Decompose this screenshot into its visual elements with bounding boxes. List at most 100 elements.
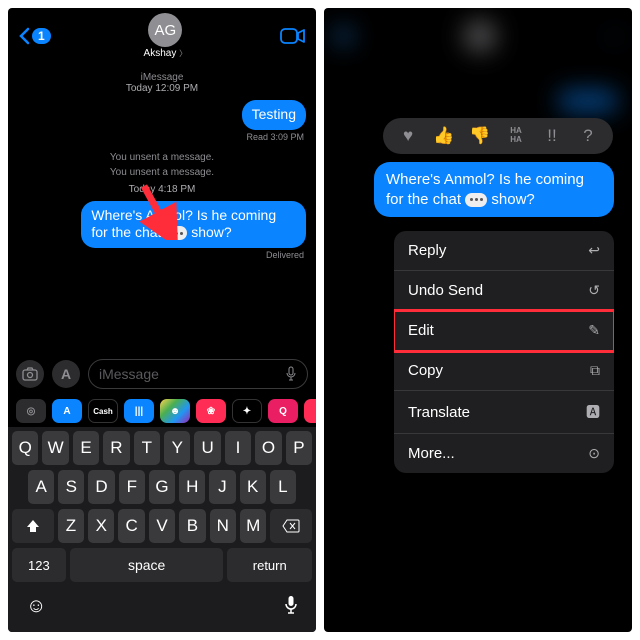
key-v[interactable]: V <box>149 509 175 543</box>
video-icon <box>280 27 306 45</box>
menu-edit[interactable]: Edit ✎ <box>394 311 614 351</box>
return-key[interactable]: return <box>227 548 312 582</box>
key-d[interactable]: D <box>88 470 114 504</box>
key-g[interactable]: G <box>149 470 175 504</box>
thread-meta: iMessage Today 12:09 PM <box>18 72 306 94</box>
menu-reply[interactable]: Reply ↩ <box>394 231 614 271</box>
app-icon[interactable]: A <box>52 399 82 423</box>
menu-icon: ✎ <box>588 322 600 339</box>
app-icon[interactable]: Q <box>268 399 298 423</box>
app-icon[interactable]: Cash <box>88 399 118 423</box>
contact-name: Akshay 〉 <box>144 48 188 59</box>
key-o[interactable]: O <box>255 431 281 465</box>
key-e[interactable]: E <box>73 431 99 465</box>
message-bubble[interactable]: Where's Anmol? Is he coming for the chat… <box>81 201 306 248</box>
status-text: You unsent a message. <box>18 167 306 178</box>
reaction-bar: ♥ 👍 👎 HAHA!!? <box>383 118 613 154</box>
menu-label: Undo Send <box>408 282 483 299</box>
key-f[interactable]: F <box>119 470 145 504</box>
contact-header[interactable]: AG Akshay 〉 <box>144 13 188 59</box>
key-a[interactable]: A <box>28 470 54 504</box>
key-w[interactable]: W <box>42 431 68 465</box>
space-key[interactable]: space <box>70 548 224 582</box>
key-s[interactable]: S <box>58 470 84 504</box>
chevron-left-icon <box>18 27 30 45</box>
menu-label: Copy <box>408 362 443 379</box>
typing-indicator-icon <box>165 226 187 240</box>
menu-label: More... <box>408 445 455 462</box>
reaction-3[interactable]: HAHA <box>505 126 527 146</box>
app-strip[interactable]: ◎ACash|||☻❀✦Q♫ <box>8 395 316 427</box>
appstore-button[interactable]: A <box>52 360 80 388</box>
backspace-key[interactable] <box>270 509 312 543</box>
key-i[interactable]: I <box>225 431 251 465</box>
app-icon[interactable]: ◎ <box>16 399 46 423</box>
menu-translate[interactable]: Translate 🅰 <box>394 391 614 434</box>
appstore-icon: A <box>61 366 71 382</box>
menu-icon: ↩ <box>588 242 600 259</box>
message-input[interactable]: iMessage <box>88 359 308 389</box>
key-l[interactable]: L <box>270 470 296 504</box>
menu-undosend[interactable]: Undo Send↺ <box>394 271 614 311</box>
status-text: You unsent a message. <box>18 152 306 163</box>
menu-copy[interactable]: Copy⧉ <box>394 351 614 391</box>
camera-button[interactable] <box>16 360 44 388</box>
key-p[interactable]: P <box>286 431 312 465</box>
dictate-key[interactable] <box>284 595 298 618</box>
backspace-icon <box>282 519 300 533</box>
key-q[interactable]: Q <box>12 431 38 465</box>
menu-more[interactable]: More... ⊙ <box>394 434 614 473</box>
thread-meta: Today 4:18 PM <box>18 184 306 195</box>
emoji-key[interactable]: ☺ <box>26 595 46 618</box>
key-n[interactable]: N <box>210 509 236 543</box>
shift-key[interactable] <box>12 509 54 543</box>
app-icon[interactable]: ✦ <box>232 399 262 423</box>
typing-indicator-icon <box>465 193 487 207</box>
read-receipt: Read 3:09 PM <box>20 132 304 142</box>
key-y[interactable]: Y <box>164 431 190 465</box>
message-bubble[interactable]: Testing <box>242 100 306 130</box>
key-k[interactable]: K <box>240 470 266 504</box>
key-m[interactable]: M <box>240 509 266 543</box>
mic-icon <box>284 595 298 615</box>
phone-left: 1 AG Akshay 〉 iMessage Today 12:09 PM Te… <box>8 8 316 632</box>
menu-icon: ⊙ <box>588 445 600 462</box>
key-b[interactable]: B <box>179 509 205 543</box>
keyboard: QWERTYUIOP ASDFGHJKL ZXCVBNM 123 space r… <box>8 427 316 632</box>
reaction-4[interactable]: !! <box>541 126 563 146</box>
message-thread[interactable]: iMessage Today 12:09 PM Testing Read 3:0… <box>8 60 316 353</box>
message-bubble[interactable]: Where's Anmol? Is he coming for the chat… <box>374 162 614 217</box>
menu-label: Edit <box>408 322 434 339</box>
context-menu: Reply ↩ Undo Send↺ Edit ✎ Copy⧉ Translate 🅰 More… <box>394 231 614 473</box>
key-r[interactable]: R <box>103 431 129 465</box>
shift-icon <box>25 518 41 534</box>
key-h[interactable]: H <box>179 470 205 504</box>
app-icon[interactable]: ♫ <box>304 399 316 423</box>
key-j[interactable]: J <box>209 470 235 504</box>
header: 1 AG Akshay 〉 <box>8 8 316 60</box>
key-c[interactable]: C <box>118 509 144 543</box>
key-t[interactable]: T <box>134 431 160 465</box>
app-icon[interactable]: ||| <box>124 399 154 423</box>
reaction-0[interactable]: ♥ <box>397 126 419 146</box>
reaction-1[interactable]: 👍 <box>433 126 455 146</box>
camera-icon <box>22 367 38 381</box>
reaction-5[interactable]: ? <box>577 126 599 146</box>
numbers-key[interactable]: 123 <box>12 548 66 582</box>
menu-label: Reply <box>408 242 446 259</box>
app-icon[interactable]: ☻ <box>160 399 190 423</box>
avatar: AG <box>148 13 182 47</box>
dictate-icon <box>285 366 297 382</box>
facetime-button[interactable] <box>280 27 306 45</box>
input-placeholder: iMessage <box>99 366 159 382</box>
back-button[interactable]: 1 <box>18 27 51 45</box>
menu-icon: 🅰 <box>586 402 600 422</box>
key-u[interactable]: U <box>194 431 220 465</box>
reaction-2[interactable]: 👎 <box>469 126 491 146</box>
phone-right: 1 AG ▭ ♥👍👎HAHA!!? Where's Anmol? Is he c… <box>324 8 632 632</box>
menu-label: Translate <box>408 404 470 421</box>
app-icon[interactable]: ❀ <box>196 399 226 423</box>
key-x[interactable]: X <box>88 509 114 543</box>
key-z[interactable]: Z <box>58 509 84 543</box>
input-bar: A iMessage <box>8 353 316 395</box>
